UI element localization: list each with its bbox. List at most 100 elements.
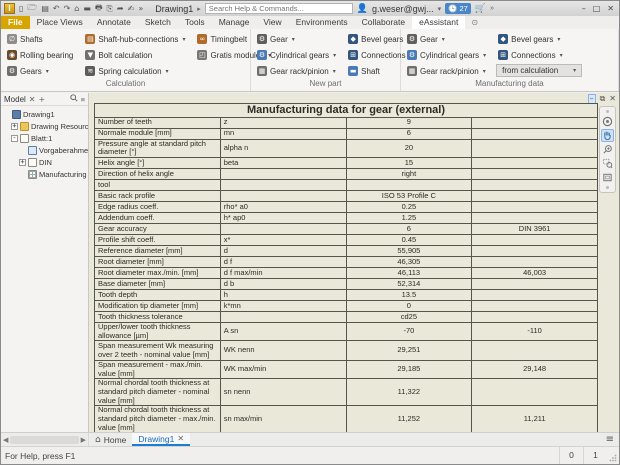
button-bolt-calculation[interactable]: ▼Bolt calculation xyxy=(83,48,187,62)
menu-tab-tools[interactable]: Tools xyxy=(178,16,212,29)
tab-close-icon[interactable]: ✕ xyxy=(177,434,184,443)
measure-icon[interactable]: ▬ xyxy=(83,4,91,13)
button-cylindrical-gears[interactable]: ⚙Cylindrical gears▾ xyxy=(255,48,338,62)
tree-item-label: Drawing Resources xyxy=(31,122,88,131)
menu-tab-collaborate[interactable]: Collaborate xyxy=(355,16,412,29)
titlebar-overflow-icon[interactable]: » xyxy=(490,5,494,12)
browser-horizontal-scrollbar[interactable]: ◀ ▶ xyxy=(1,433,89,446)
menu-tab-eassistant[interactable]: eAssistant xyxy=(412,16,465,29)
menu-tab-manage[interactable]: Manage xyxy=(212,16,257,29)
window-maximize-button[interactable]: □ xyxy=(593,4,601,13)
notification-badge[interactable]: 🕒27 xyxy=(445,3,471,14)
doc-title-caret-icon[interactable]: ▸ xyxy=(197,5,201,13)
tree-item-din[interactable]: +DIN xyxy=(1,156,88,168)
tree-item-label: Drawing1 xyxy=(23,110,55,119)
ribbon-display-options-icon[interactable]: ⊙ xyxy=(465,16,484,29)
row-symbol: h xyxy=(220,289,346,300)
tab-drawing1[interactable]: Drawing1 ✕ xyxy=(132,433,190,446)
button-gear[interactable]: ⚙Gear▾ xyxy=(405,32,488,46)
row-value: ISO 53 Profile C xyxy=(346,190,472,201)
new-file-icon[interactable]: ▯ xyxy=(19,4,23,13)
menu-tab-file[interactable]: File xyxy=(1,16,30,29)
tree-item-blatt-1[interactable]: -Blatt:1 xyxy=(1,132,88,144)
redo-icon[interactable]: ↷ xyxy=(64,4,71,13)
sketch-icon[interactable]: ✍ xyxy=(128,4,135,13)
browser-title: Model xyxy=(4,95,26,104)
ribbon-item-label: Timingbelt xyxy=(210,35,247,44)
resize-grip-icon[interactable] xyxy=(607,447,619,464)
menu-tab-environments[interactable]: Environments xyxy=(289,16,355,29)
button-gear-rack-pinion[interactable]: ▦Gear rack/pinion▾ xyxy=(405,64,488,78)
dropdown-from-calculation[interactable]: from calculation▾ xyxy=(496,64,582,77)
navbar-handle-icon[interactable] xyxy=(606,186,609,189)
zoom-all-icon[interactable] xyxy=(601,171,614,184)
search-input[interactable] xyxy=(205,3,353,14)
save-icon[interactable]: ▤ xyxy=(41,4,49,13)
spring-icon: ≋ xyxy=(85,66,95,76)
button-bevel-gears[interactable]: ◆Bevel gears▾ xyxy=(496,32,582,46)
ribbon-item-label: Spring calculation xyxy=(98,67,161,76)
menu-tab-view[interactable]: View xyxy=(256,16,288,29)
window-minimize-button[interactable]: – xyxy=(582,4,586,13)
zoom-icon[interactable] xyxy=(601,143,614,156)
forward-icon[interactable]: ➦ xyxy=(117,4,124,13)
button-connections[interactable]: ⊞Connections▾ xyxy=(496,48,582,62)
chevron-down-icon: ▾ xyxy=(182,36,185,43)
button-shaft-hub-connections[interactable]: ▤Shaft-hub-connections▾ xyxy=(83,32,187,46)
home-icon: ⌂ xyxy=(95,435,101,445)
undo-icon[interactable]: ↶ xyxy=(53,4,60,13)
scroll-left-icon[interactable]: ◀ xyxy=(3,436,8,444)
button-shafts[interactable]: ∅Shafts xyxy=(5,32,75,46)
table-row: Modification tip diameter [mm]k*mn0 xyxy=(95,300,598,311)
browser-menu-icon[interactable]: ≡ xyxy=(81,95,85,104)
row-value: 46,305 xyxy=(346,256,472,267)
browser-close-icon[interactable]: ✕ xyxy=(29,95,36,104)
tree-item-vorgaberahmen[interactable]: Vorgaberahmen xyxy=(1,144,88,156)
menu-tab-sketch[interactable]: Sketch xyxy=(138,16,178,29)
button-rolling-bearing[interactable]: ◉Rolling bearing xyxy=(5,48,75,62)
row-label: Upper/lower tooth thickness allowance [µ… xyxy=(95,322,221,340)
doc-restore-icon[interactable]: ⧉ xyxy=(600,94,606,104)
button-gears[interactable]: ⚙Gears▾ xyxy=(5,64,75,78)
button-spring-calculation[interactable]: ≋Spring calculation▾ xyxy=(83,64,187,78)
menu-tab-annotate[interactable]: Annotate xyxy=(90,16,138,29)
store-cart-icon[interactable]: 🛒 xyxy=(475,4,486,14)
overflow-icon[interactable]: » xyxy=(138,4,143,13)
tab-home[interactable]: ⌂ Home xyxy=(89,433,132,446)
browser-add-icon[interactable]: + xyxy=(39,95,46,104)
tree-expander-icon[interactable]: + xyxy=(19,159,26,166)
button-gear-rack-pinion[interactable]: ▦Gear rack/pinion▾ xyxy=(255,64,338,78)
inventor-app-icon[interactable]: I xyxy=(4,3,15,14)
copy-icon[interactable]: ⎘ xyxy=(107,4,113,14)
row-symbol: d b xyxy=(220,278,346,289)
window-close-button[interactable]: ✕ xyxy=(607,4,614,13)
tree-item-manufacturing-data[interactable]: Manufacturing data xyxy=(1,168,88,180)
button-cylindrical-gears[interactable]: ⚙Cylindrical gears▾ xyxy=(405,48,488,62)
row-label: Tooth thickness tolerance xyxy=(95,311,221,322)
browser-search-icon[interactable] xyxy=(70,94,78,104)
tree-item-drawing-resources[interactable]: + Drawing Resources xyxy=(1,120,88,132)
zoom-window-icon[interactable] xyxy=(601,157,614,170)
tree-expander-icon[interactable]: - xyxy=(11,135,18,142)
scroll-right-icon[interactable]: ▶ xyxy=(81,436,86,444)
user-avatar-icon[interactable]: 👤 xyxy=(357,4,368,14)
doc-close-icon[interactable]: ✕ xyxy=(609,94,616,104)
bevel-gears-icon: ◆ xyxy=(348,34,358,44)
tab-list-menu-icon[interactable]: ≡ xyxy=(606,434,614,445)
gratis-modules-icon: ◰ xyxy=(197,50,207,60)
pan-hand-icon[interactable] xyxy=(601,129,614,142)
button-gear[interactable]: ⚙Gear▾ xyxy=(255,32,338,46)
open-icon[interactable]: 🗁 xyxy=(27,2,37,16)
home-icon[interactable]: ⌂ xyxy=(74,4,79,13)
navbar-handle-icon[interactable] xyxy=(606,110,609,113)
row-label: Normal chordal tooth thickness at standa… xyxy=(95,406,221,432)
scrollbar-track[interactable] xyxy=(10,436,78,444)
tree-expander-icon[interactable]: + xyxy=(11,123,18,130)
drawing-canvas[interactable]: – ⧉ ✕ Manufacturing data for gear (exter… xyxy=(89,93,619,432)
user-dropdown-icon[interactable]: ▾ xyxy=(438,5,442,13)
print-icon[interactable]: 🖶 xyxy=(95,2,103,16)
tree-item-drawing1[interactable]: Drawing1 xyxy=(1,108,88,120)
navigation-wheel-icon[interactable] xyxy=(601,115,614,128)
user-name[interactable]: g.weser@gwj... xyxy=(372,4,434,14)
menu-tab-place-views[interactable]: Place Views xyxy=(30,16,90,29)
